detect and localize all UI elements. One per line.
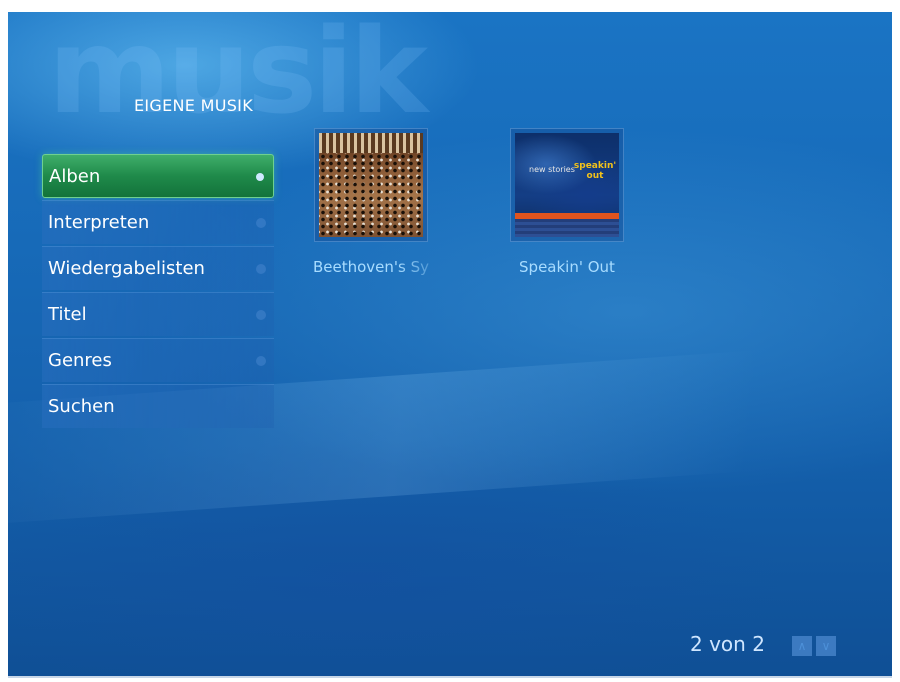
indicator-icon <box>256 356 266 366</box>
category-menu: Alben Interpreten Wiedergabelisten Titel… <box>42 154 274 430</box>
indicator-icon <box>256 218 266 228</box>
musik-watermark: musik <box>48 12 428 140</box>
cover-text: new stories <box>529 165 575 174</box>
menu-item-label: Wiedergabelisten <box>48 258 205 279</box>
album-tile[interactable]: Beethoven's Sy <box>308 128 434 276</box>
menu-item-titel[interactable]: Titel <box>42 292 274 336</box>
cover-text: speakin' out <box>573 161 617 181</box>
menu-item-wiedergabelisten[interactable]: Wiedergabelisten <box>42 246 274 290</box>
menu-item-label: Alben <box>49 166 101 187</box>
chevron-up-icon[interactable]: ∧ <box>792 636 812 656</box>
menu-item-suchen[interactable]: Suchen <box>42 384 274 428</box>
media-center-screen: musik EIGENE MUSIK Alben Interpreten Wie… <box>8 12 892 678</box>
page-indicator: 2 von 2 <box>690 632 765 656</box>
indicator-icon <box>256 264 266 274</box>
menu-item-label: Suchen <box>48 396 115 417</box>
jazz-cover-icon: new stories speakin' out <box>515 133 619 237</box>
selected-indicator-icon <box>256 173 264 181</box>
menu-item-label: Genres <box>48 350 112 371</box>
indicator-icon <box>256 310 266 320</box>
orchestra-cover-icon <box>319 133 423 237</box>
chevron-down-icon[interactable]: ∨ <box>816 636 836 656</box>
page-title: EIGENE MUSIK <box>134 96 253 115</box>
album-tile[interactable]: new stories speakin' out Speakin' Out <box>504 128 630 276</box>
screen-bottom-border <box>8 676 892 678</box>
menu-item-label: Interpreten <box>48 212 150 233</box>
album-cover[interactable] <box>314 128 428 242</box>
album-title: Speakin' Out <box>519 258 615 276</box>
album-cover[interactable]: new stories speakin' out <box>510 128 624 242</box>
menu-item-label: Titel <box>48 304 87 325</box>
menu-item-genres[interactable]: Genres <box>42 338 274 382</box>
menu-item-alben[interactable]: Alben <box>42 154 274 198</box>
menu-item-interpreten[interactable]: Interpreten <box>42 200 274 244</box>
album-title: Beethoven's Sy <box>312 258 430 276</box>
